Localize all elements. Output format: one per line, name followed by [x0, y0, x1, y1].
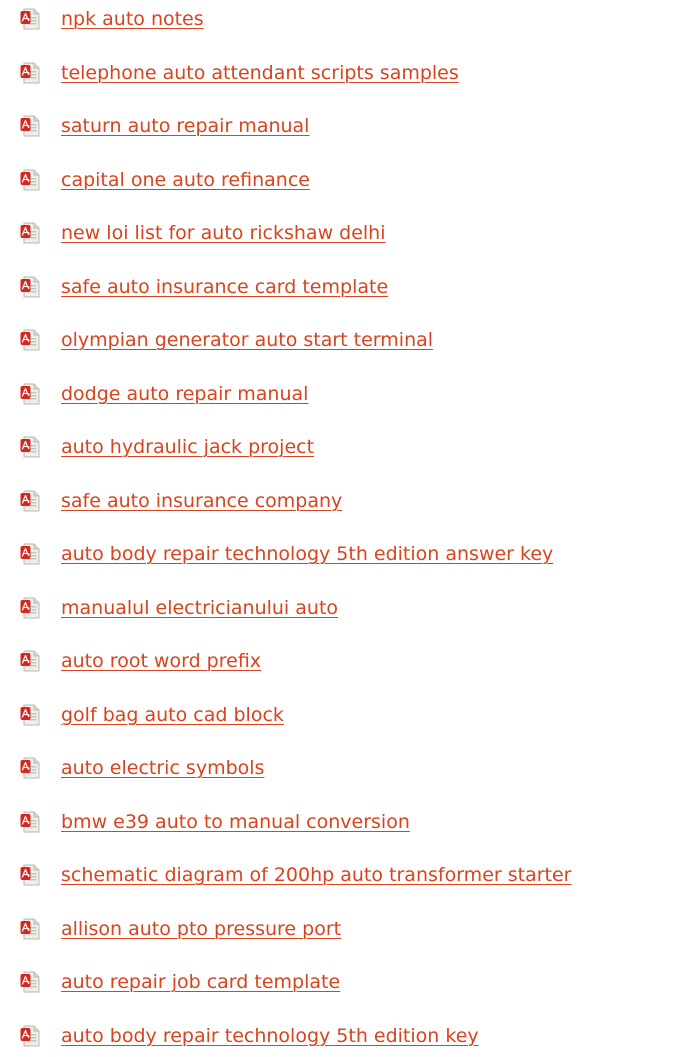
list-item: safe auto insurance company	[0, 482, 692, 522]
list-item: auto repair job card template	[0, 963, 692, 1003]
list-item: auto body repair technology 5th edition …	[0, 535, 692, 575]
list-item: auto hydraulic jack project	[0, 428, 692, 468]
document-link[interactable]: manualul electricianului auto	[61, 595, 338, 621]
document-link[interactable]: bmw e39 auto to manual conversion	[61, 809, 410, 835]
document-link[interactable]: npk auto notes	[61, 6, 204, 32]
document-link[interactable]: auto electric symbols	[61, 755, 264, 781]
pdf-file-icon[interactable]	[20, 490, 40, 512]
pdf-file-icon[interactable]	[20, 864, 40, 886]
document-link[interactable]: telephone auto attendant scripts samples	[61, 60, 459, 86]
list-item: auto root word prefix	[0, 642, 692, 682]
document-link[interactable]: safe auto insurance company	[61, 488, 342, 514]
pdf-file-icon[interactable]	[20, 811, 40, 833]
pdf-file-icon[interactable]	[20, 1025, 40, 1047]
document-link[interactable]: schematic diagram of 200hp auto transfor…	[61, 862, 572, 888]
document-link[interactable]: auto body repair technology 5th edition …	[61, 541, 553, 567]
pdf-file-icon[interactable]	[20, 62, 40, 84]
document-link[interactable]: dodge auto repair manual	[61, 381, 308, 407]
pdf-file-icon[interactable]	[20, 918, 40, 940]
document-link[interactable]: auto body repair technology 5th edition …	[61, 1023, 479, 1049]
document-link[interactable]: golf bag auto cad block	[61, 702, 284, 728]
list-item: capital one auto refinance	[0, 161, 692, 201]
pdf-file-icon[interactable]	[20, 383, 40, 405]
pdf-file-icon[interactable]	[20, 543, 40, 565]
list-item: new loi list for auto rickshaw delhi	[0, 214, 692, 254]
pdf-file-icon[interactable]	[20, 757, 40, 779]
pdf-file-icon[interactable]	[20, 436, 40, 458]
list-item: bmw e39 auto to manual conversion	[0, 803, 692, 843]
document-link[interactable]: auto hydraulic jack project	[61, 434, 314, 460]
list-item: manualul electricianului auto	[0, 589, 692, 629]
list-item: dodge auto repair manual	[0, 375, 692, 415]
list-item: npk auto notes	[0, 0, 692, 40]
pdf-file-icon[interactable]	[20, 650, 40, 672]
pdf-file-icon[interactable]	[20, 704, 40, 726]
pdf-file-icon[interactable]	[20, 329, 40, 351]
document-link[interactable]: olympian generator auto start terminal	[61, 327, 433, 353]
list-item: olympian generator auto start terminal	[0, 321, 692, 361]
list-item: saturn auto repair manual	[0, 107, 692, 147]
list-item: auto electric symbols	[0, 749, 692, 789]
list-item: telephone auto attendant scripts samples	[0, 54, 692, 94]
pdf-file-icon[interactable]	[20, 222, 40, 244]
document-link[interactable]: safe auto insurance card template	[61, 274, 388, 300]
pdf-file-icon[interactable]	[20, 8, 40, 30]
document-link[interactable]: new loi list for auto rickshaw delhi	[61, 220, 386, 246]
list-item: schematic diagram of 200hp auto transfor…	[0, 856, 692, 896]
document-link[interactable]: allison auto pto pressure port	[61, 916, 341, 942]
pdf-file-icon[interactable]	[20, 971, 40, 993]
list-item: safe auto insurance card template	[0, 268, 692, 308]
pdf-file-icon[interactable]	[20, 115, 40, 137]
pdf-file-icon[interactable]	[20, 276, 40, 298]
document-link[interactable]: auto repair job card template	[61, 969, 340, 995]
pdf-file-icon[interactable]	[20, 597, 40, 619]
list-item: allison auto pto pressure port	[0, 910, 692, 950]
list-item: golf bag auto cad block	[0, 696, 692, 736]
document-link[interactable]: auto root word prefix	[61, 648, 261, 674]
document-link[interactable]: capital one auto refinance	[61, 167, 310, 193]
document-link[interactable]: saturn auto repair manual	[61, 113, 309, 139]
pdf-file-icon[interactable]	[20, 169, 40, 191]
